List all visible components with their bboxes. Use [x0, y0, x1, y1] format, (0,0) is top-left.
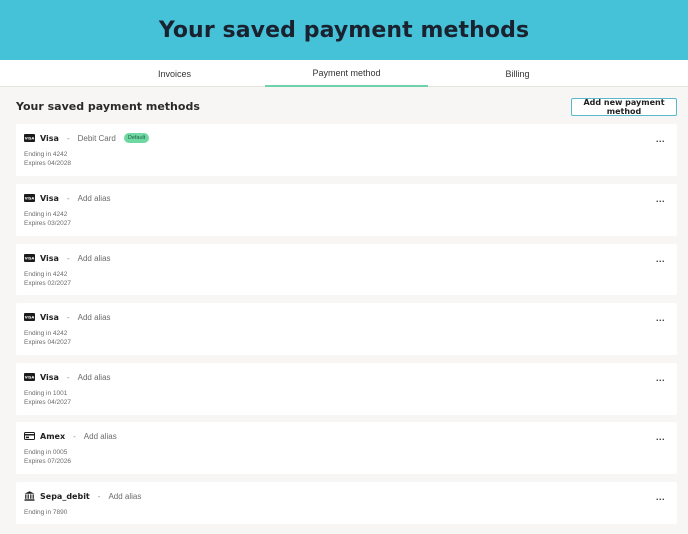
- payment-method-card: VISA Visa - Add alias Ending in 4242 Exp…: [16, 303, 677, 355]
- add-alias-link[interactable]: Add alias: [84, 432, 117, 441]
- page-title: Your saved payment methods: [158, 17, 530, 43]
- tab-payment-method[interactable]: Payment method: [265, 60, 428, 87]
- add-alias-link[interactable]: Add alias: [78, 254, 111, 263]
- payment-method-card: VISA Visa - Add alias Ending in 4242 Exp…: [16, 244, 677, 295]
- card-header: VISA Visa - Add alias: [24, 192, 111, 204]
- bank-icon: [24, 491, 35, 501]
- card-brand: Visa: [40, 253, 59, 263]
- add-alias-link[interactable]: Add alias: [78, 194, 111, 203]
- more-options-icon[interactable]: ...: [656, 194, 665, 204]
- card-details: Ending in 0005 Expires 07/2026: [24, 449, 71, 466]
- visa-icon: VISA: [24, 194, 35, 202]
- card-brand: Visa: [40, 133, 59, 143]
- svg-text:VISA: VISA: [25, 316, 35, 320]
- separator: -: [97, 491, 101, 501]
- card-alias[interactable]: Debit Card: [78, 134, 116, 143]
- card-ending: Ending in 1001: [24, 390, 68, 397]
- card-ending: Ending in 4242: [24, 271, 68, 278]
- add-alias-link[interactable]: Add alias: [108, 492, 141, 501]
- more-options-icon[interactable]: ...: [656, 254, 665, 264]
- svg-text:VISA: VISA: [25, 376, 35, 380]
- add-alias-link[interactable]: Add alias: [78, 373, 111, 382]
- card-details: Ending in 4242 Expires 02/2027: [24, 271, 71, 288]
- card-header: VISA Visa - Debit Card Default: [24, 132, 150, 144]
- more-options-icon[interactable]: ...: [656, 432, 665, 442]
- card-details: Ending in 4242 Expires 04/2028: [24, 151, 71, 168]
- card-header: VISA Visa - Add alias: [24, 371, 111, 383]
- card-header: Sepa_debit - Add alias: [24, 490, 141, 502]
- card-expiry: Expires 04/2027: [24, 398, 71, 406]
- separator: -: [73, 431, 76, 441]
- more-options-icon[interactable]: ...: [656, 313, 665, 323]
- card-ending: Ending in 0005: [24, 449, 68, 456]
- visa-icon: VISA: [24, 313, 35, 321]
- card-brand: Sepa_debit: [40, 491, 90, 501]
- card-ending: Ending in 4242: [24, 151, 68, 158]
- more-options-icon[interactable]: ...: [656, 373, 665, 383]
- tab-invoices[interactable]: Invoices: [93, 60, 256, 87]
- card-header: VISA Visa - Add alias: [24, 311, 111, 323]
- separator: -: [66, 253, 70, 263]
- add-alias-link[interactable]: Add alias: [78, 313, 111, 322]
- payment-method-card: VISA Visa - Add alias Ending in 4242 Exp…: [16, 184, 677, 236]
- card-icon: [24, 432, 35, 440]
- payment-method-card: Amex - Add alias Ending in 0005 Expires …: [16, 422, 677, 474]
- svg-text:VISA: VISA: [25, 137, 35, 141]
- tab-bar: Invoices Payment method Billing: [0, 60, 688, 87]
- card-details: Ending in 7890: [24, 509, 67, 518]
- svg-text:VISA: VISA: [25, 197, 35, 201]
- card-brand: Visa: [40, 312, 59, 322]
- card-brand: Visa: [40, 193, 59, 203]
- visa-icon: VISA: [24, 373, 35, 381]
- section-title: Your saved payment methods: [16, 100, 200, 113]
- payment-method-card: VISA Visa - Debit Card Default Ending in…: [16, 124, 677, 176]
- card-ending: Ending in 7890: [24, 509, 68, 516]
- visa-icon: VISA: [24, 134, 35, 142]
- visa-icon: VISA: [24, 254, 35, 262]
- card-expiry: Expires 04/2028: [24, 159, 71, 167]
- card-brand: Amex: [40, 431, 66, 441]
- more-options-icon[interactable]: ...: [656, 134, 665, 144]
- card-expiry: Expires 03/2027: [24, 219, 71, 227]
- header-banner: Your saved payment methods: [0, 0, 688, 60]
- add-payment-method-button[interactable]: Add new payment method: [571, 98, 677, 116]
- card-details: Ending in 4242 Expires 04/2027: [24, 330, 71, 347]
- payment-method-card: Sepa_debit - Add alias Ending in 7890 ..…: [16, 482, 677, 524]
- separator: -: [66, 133, 70, 143]
- card-details: Ending in 1001 Expires 04/2027: [24, 390, 71, 407]
- card-brand: Visa: [40, 372, 59, 382]
- card-ending: Ending in 4242: [24, 211, 68, 218]
- default-badge: Default: [123, 133, 150, 143]
- separator: -: [66, 372, 70, 382]
- card-header: VISA Visa - Add alias: [24, 252, 111, 264]
- card-expiry: Expires 07/2026: [24, 457, 71, 465]
- card-header: Amex - Add alias: [24, 430, 117, 442]
- separator: -: [66, 312, 70, 322]
- card-expiry: Expires 02/2027: [24, 279, 71, 287]
- tab-billing[interactable]: Billing: [436, 60, 599, 87]
- card-ending: Ending in 4242: [24, 330, 68, 337]
- card-expiry: Expires 04/2027: [24, 338, 71, 346]
- payment-method-card: VISA Visa - Add alias Ending in 1001 Exp…: [16, 363, 677, 415]
- svg-text:VISA: VISA: [25, 257, 35, 261]
- more-options-icon[interactable]: ...: [656, 492, 665, 502]
- separator: -: [66, 193, 70, 203]
- card-details: Ending in 4242 Expires 03/2027: [24, 211, 71, 228]
